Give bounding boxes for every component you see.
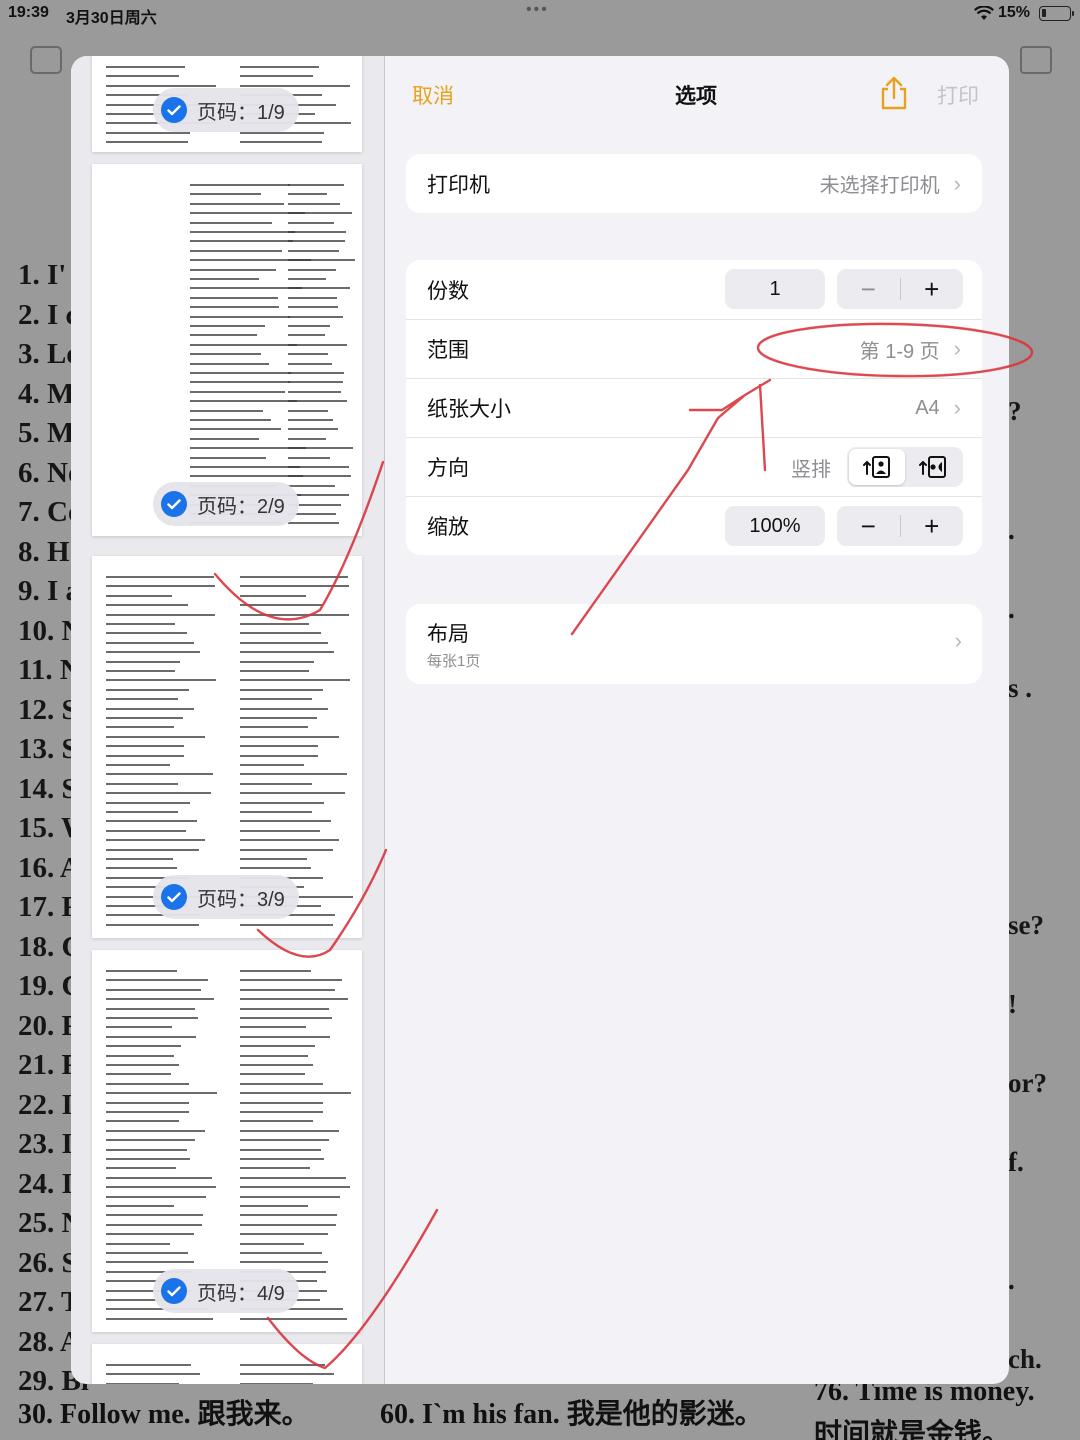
column-divider xyxy=(384,56,385,1384)
portrait-option[interactable] xyxy=(849,449,905,485)
bg-right-fragment: . xyxy=(1008,514,1015,545)
page-label-4: 页码：4/9 xyxy=(153,1269,299,1313)
chevron-right-icon: › xyxy=(953,336,961,361)
bg-right-fragment xyxy=(1008,752,1047,792)
layout-label: 布局 xyxy=(427,623,469,646)
preview-text-lines xyxy=(92,1344,362,1384)
paper-size-row[interactable]: 纸张大小 A4 › xyxy=(406,378,982,437)
copies-field[interactable]: 1 xyxy=(725,269,825,309)
battery-percent: 15% xyxy=(998,4,1031,21)
bg-right-fragment xyxy=(1008,791,1047,831)
range-row[interactable]: 范围 第 1-9 页 › xyxy=(406,319,982,378)
copies-decrement-button[interactable]: − xyxy=(837,274,900,305)
bg-right-fragment xyxy=(1008,436,1047,476)
status-bar: 19:39 3月30日周六 ••• 15% xyxy=(0,0,1080,28)
bg-item-30: 30. Follow me. 跟我来。 xyxy=(18,1399,310,1430)
orientation-segmented-control xyxy=(847,447,963,487)
checkmark-icon[interactable] xyxy=(161,97,187,123)
bg-right-fragment xyxy=(1008,633,1047,673)
copies-row: 份数 1 − + xyxy=(406,260,982,319)
chevron-right-icon: › xyxy=(953,395,961,420)
page-label-3: 页码：3/9 xyxy=(153,875,299,919)
bg-right-fragment: se? xyxy=(1008,909,1044,940)
scale-stepper: − + xyxy=(837,506,963,546)
battery-icon xyxy=(1039,6,1074,21)
settings-group: 份数 1 − + 范围 第 1-9 页 › 纸张大小 A4 › 方向 竖排 缩放… xyxy=(406,260,982,555)
chevron-right-icon: › xyxy=(953,170,961,196)
bg-item-60: 60. I`m his fan. 我是他的影迷。 xyxy=(380,1399,763,1430)
layout-row[interactable]: 布局 每张1页 › xyxy=(406,604,982,684)
bg-right-fragment xyxy=(1008,1107,1047,1147)
bg-right-fragment: . xyxy=(1008,1265,1015,1295)
multitask-dots-icon[interactable]: ••• xyxy=(526,1,549,19)
bg-right-fragment: ? xyxy=(1008,396,1022,426)
scale-decrement-button[interactable]: − xyxy=(837,511,900,542)
print-options-sheet: 页码：1/9 页码：2/9 页码：3/9 页码：4/9 取消 选项 打印 打印机… xyxy=(71,56,1009,1384)
bg-right-fragment: s . xyxy=(1008,672,1033,703)
page-preview-column[interactable]: 页码：1/9 页码：2/9 页码：3/9 页码：4/9 xyxy=(71,56,384,1384)
copies-increment-button[interactable]: + xyxy=(901,274,964,305)
wifi-icon xyxy=(974,6,994,20)
portrait-icon xyxy=(863,456,890,478)
bg-right-fragment xyxy=(1008,831,1047,871)
share-icon[interactable] xyxy=(879,76,909,110)
scale-field[interactable]: 100% xyxy=(725,506,825,546)
bg-right-fragment: ! xyxy=(1008,988,1017,1019)
preview-text-lines xyxy=(92,164,362,536)
sidebar-toggle-icon[interactable] xyxy=(30,46,62,74)
bg-right-fragment xyxy=(1008,1226,1047,1266)
status-date: 3月30日周六 xyxy=(66,10,157,27)
checkmark-icon[interactable] xyxy=(161,1278,187,1304)
compose-icon[interactable] xyxy=(1020,46,1052,74)
scale-increment-button[interactable]: + xyxy=(901,511,964,542)
layout-sublabel: 每张1页 xyxy=(427,653,481,670)
bg-right-fragment: or? xyxy=(1008,1067,1047,1098)
printer-group: 打印机 未选择打印机 › xyxy=(406,154,982,213)
layout-group: 布局 每张1页 › xyxy=(406,604,982,684)
bg-right-fragment: . xyxy=(1008,593,1015,624)
page-label-2: 页码：2/9 xyxy=(153,482,299,526)
page-preview-5[interactable] xyxy=(92,1344,362,1384)
landscape-icon xyxy=(919,456,946,478)
printer-label: 打印机 xyxy=(427,173,490,197)
scale-row: 缩放 100% − + xyxy=(406,496,982,555)
bg-item-76-cn: 时间就是金钱。 xyxy=(814,1419,1011,1440)
printer-value: 未选择打印机 xyxy=(819,175,940,197)
bg-right-fragment xyxy=(1008,475,1047,515)
range-value: 第 1-9 页 xyxy=(859,340,940,363)
paper-size-value: A4 xyxy=(915,396,940,419)
bg-right-fragment: f. xyxy=(1008,1146,1024,1177)
bg-right-fragment xyxy=(1008,1028,1047,1068)
bg-right-fragment xyxy=(1008,1186,1047,1226)
copies-label: 份数 xyxy=(427,279,469,303)
range-label: 范围 xyxy=(427,339,469,362)
print-button[interactable]: 打印 xyxy=(937,80,979,110)
orientation-value: 竖排 xyxy=(791,458,831,481)
orientation-label: 方向 xyxy=(427,457,469,480)
chevron-right-icon: › xyxy=(954,628,962,653)
page-preview-2[interactable] xyxy=(92,164,362,536)
bg-right-fragment xyxy=(1008,554,1047,594)
bg-right-fragment xyxy=(1008,870,1047,910)
sheet-title: 选项 xyxy=(675,85,717,108)
copies-stepper: − + xyxy=(837,269,963,309)
scale-label: 缩放 xyxy=(427,516,469,539)
background-right-fragments: ?.. s . se?! or? f.. ch. xyxy=(1008,396,1047,1384)
cancel-button[interactable]: 取消 xyxy=(412,80,454,110)
bg-right-fragment xyxy=(1008,1305,1047,1345)
landscape-option[interactable] xyxy=(905,449,961,485)
paper-size-label: 纸张大小 xyxy=(427,398,511,421)
orientation-row: 方向 竖排 xyxy=(406,437,982,496)
bg-right-fragment xyxy=(1008,712,1047,752)
checkmark-icon[interactable] xyxy=(161,884,187,910)
bg-right-fragment xyxy=(1008,949,1047,989)
status-time: 19:39 xyxy=(8,4,49,21)
page-label-1: 页码：1/9 xyxy=(153,88,299,132)
checkmark-icon[interactable] xyxy=(161,491,187,517)
printer-row[interactable]: 打印机 未选择打印机 › xyxy=(406,154,982,213)
